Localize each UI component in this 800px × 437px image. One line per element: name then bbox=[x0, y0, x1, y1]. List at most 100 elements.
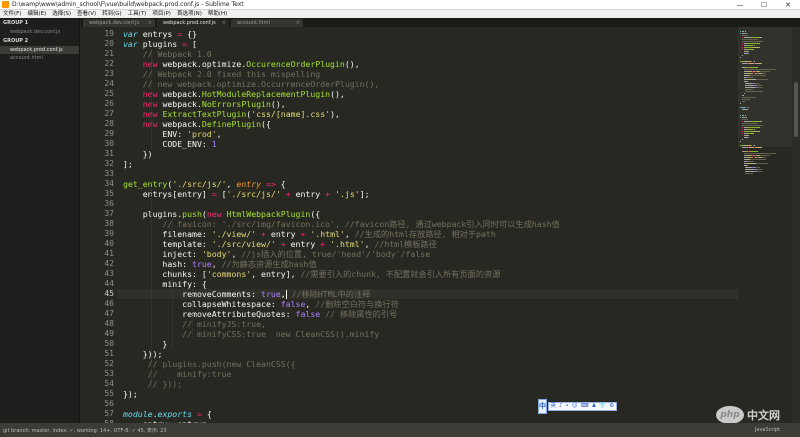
code-line[interactable]: chunks: ['commons', entry], //需要引入的chunk… bbox=[123, 269, 500, 279]
minimap-mark bbox=[743, 153, 776, 154]
code-line[interactable]: new webpack.optimize.OccurenceOrderPlugi… bbox=[123, 59, 360, 69]
minimize-button[interactable]: — bbox=[728, 0, 752, 10]
code-token: webpack. bbox=[157, 99, 202, 109]
minimap-mark bbox=[741, 123, 758, 124]
menu-help[interactable]: 帮助(H) bbox=[205, 10, 230, 18]
code-line[interactable]: new webpack.NoErrorsPlugin(), bbox=[123, 99, 286, 109]
code-line[interactable]: new webpack.DefinePlugin({ bbox=[123, 119, 271, 129]
ime-user-icon[interactable]: ♟ bbox=[590, 403, 598, 410]
minimap-mark bbox=[751, 131, 759, 132]
close-tab-icon[interactable]: × bbox=[296, 19, 300, 27]
minimap-mark bbox=[747, 73, 754, 74]
ime-settings-icon[interactable]: ⚙ bbox=[608, 403, 616, 410]
code-token: ({ bbox=[261, 119, 271, 129]
ime-logo-icon[interactable]: 中 bbox=[538, 398, 547, 414]
minimap-mark bbox=[760, 37, 762, 38]
code-line[interactable]: ]; bbox=[123, 159, 133, 169]
code-line[interactable]: inject: 'body', //js插入的位置, true/'head'/'… bbox=[123, 249, 430, 259]
menu-goto[interactable]: 转到(G) bbox=[99, 10, 125, 18]
code-line[interactable]: removeAttributeQuotes: false // 移除属性的引号 bbox=[123, 309, 397, 319]
code-token: } bbox=[123, 339, 168, 349]
code-token: ), bbox=[330, 109, 340, 119]
code-token: './src/js/' bbox=[172, 179, 227, 189]
vertical-scrollbar[interactable] bbox=[792, 27, 800, 423]
code-token: //需要引入的chunk, 不配置就会引入所有页面的资源 bbox=[300, 269, 501, 279]
code-line[interactable]: get_entry('./src/js/', entry => { bbox=[123, 179, 286, 189]
minimap-mark bbox=[749, 67, 758, 68]
code-line[interactable]: // favicon: './src/img/favicon.ico', //f… bbox=[123, 219, 559, 229]
code-line[interactable]: } bbox=[123, 339, 167, 349]
minimap[interactable] bbox=[738, 27, 792, 423]
menu-selection[interactable]: 选择(S) bbox=[49, 10, 74, 18]
code-line[interactable]: hash: true, //为静态资源生成hash值 bbox=[123, 259, 316, 269]
minimap-mark bbox=[741, 95, 744, 96]
code-line[interactable]: // minifyCSS:true new CleanCSS().minify bbox=[123, 329, 379, 339]
sidebar-file[interactable]: account.html bbox=[0, 54, 79, 62]
title-bar: D:\wamp\www\admin_school\F\vue\build\web… bbox=[0, 0, 800, 10]
code-line[interactable]: entrys[entry] = ['./src/js/' + entry + '… bbox=[123, 189, 370, 199]
code-line[interactable]: module.exports = { bbox=[123, 409, 212, 419]
code-editor[interactable]: 19 20 21 22 23 24 25 26 27 28 29 30 31 32 33 34 35 36 37 38… bbox=[81, 27, 738, 423]
sidebar-group-1[interactable]: GROUP 1 bbox=[0, 18, 79, 28]
code-line[interactable]: ENV: 'prod', bbox=[123, 129, 221, 139]
code-line[interactable]: // Webpack 2.0 fixed this mispelling bbox=[123, 69, 320, 79]
sidebar-file-active[interactable]: webpack.prod.conf.js bbox=[0, 46, 79, 54]
code-token: }) bbox=[123, 149, 153, 159]
code-line[interactable]: // minifyJS:true, bbox=[123, 319, 266, 329]
code-line[interactable]: new webpack.HotModuleReplacementPlugin()… bbox=[123, 89, 345, 99]
scroll-thumb[interactable] bbox=[794, 82, 798, 137]
close-button[interactable]: ✕ bbox=[776, 0, 800, 10]
line-number: 50 bbox=[104, 339, 114, 348]
code-line[interactable]: // Webpack 1.0 bbox=[123, 49, 212, 59]
maximize-button[interactable]: ☐ bbox=[752, 0, 776, 10]
code-line[interactable]: CODE_ENV: 1 bbox=[123, 139, 216, 149]
menu-edit[interactable]: 编辑(E) bbox=[24, 10, 49, 18]
close-tab-icon[interactable]: × bbox=[222, 19, 226, 27]
syntax-selector[interactable]: JavaScript bbox=[755, 427, 800, 433]
code-line[interactable]: // new webpack.optimize.OccurrenceOrderP… bbox=[123, 79, 380, 89]
code-line[interactable]: removeComments: true, //移除HTML中的注释 bbox=[117, 289, 738, 299]
menu-tools[interactable]: 工具(T) bbox=[125, 10, 150, 18]
ime-toolbar[interactable]: 中 英 ♪ • ☺ ⌨ ♟ 👕 ⚙ bbox=[538, 398, 617, 414]
code-line[interactable]: template: './src/view/' + entry + '.html… bbox=[123, 239, 436, 249]
line-number: 32 bbox=[104, 159, 114, 168]
code-line[interactable]: plugins.push(new HtmlWebpackPlugin({ bbox=[123, 209, 321, 219]
code-line[interactable]: new ExtractTextPlugin('css/[name].css'), bbox=[123, 109, 340, 119]
line-number: 31 bbox=[104, 149, 114, 158]
code-token: entry bbox=[290, 189, 326, 199]
code-line[interactable]: // plugins.push(new CleanCSS({ bbox=[123, 359, 296, 369]
close-tab-icon[interactable]: × bbox=[148, 19, 152, 27]
code-line[interactable]: }) bbox=[123, 149, 153, 159]
code-line[interactable]: // minify:true bbox=[123, 369, 232, 379]
menu-preferences[interactable]: 首选项(N) bbox=[174, 10, 205, 18]
menu-view[interactable]: 查看(V) bbox=[74, 10, 99, 18]
code-line[interactable]: var entrys = {} bbox=[123, 29, 197, 39]
code-line[interactable]: filename: './view/' + entry + '.html', /… bbox=[123, 229, 495, 239]
code-line[interactable]: }); bbox=[123, 389, 138, 399]
minimap-mark bbox=[745, 171, 756, 172]
tab-bar: webpack.dev.conf.js × webpack.prod.conf.… bbox=[81, 18, 800, 27]
ime-language-toggle[interactable]: 英 bbox=[549, 403, 558, 410]
code-token: ExtractTextPlugin bbox=[162, 109, 247, 119]
minimap-mark bbox=[759, 71, 770, 72]
code-line[interactable]: minify: { bbox=[123, 279, 206, 289]
ime-keyboard-icon[interactable]: ⌨ bbox=[579, 403, 590, 410]
tab-account-html[interactable]: account.html × bbox=[231, 19, 303, 27]
ime-skin-icon[interactable]: 👕 bbox=[598, 403, 608, 410]
line-number: 51 bbox=[104, 349, 114, 358]
code-line[interactable]: collapseWhitespace: false, //删除空白符与换行符 bbox=[123, 299, 399, 309]
sidebar-file[interactable]: webpack.dev.conf.js bbox=[0, 28, 79, 36]
code-token: => bbox=[266, 179, 276, 189]
ime-emoji-icon[interactable]: ☺ bbox=[570, 403, 579, 410]
tab-webpack-prod[interactable]: webpack.prod.conf.js × bbox=[157, 19, 229, 27]
menu-file[interactable]: 文件(F) bbox=[0, 10, 24, 18]
minimap-mark bbox=[760, 63, 762, 64]
code-line[interactable]: })); bbox=[123, 349, 163, 359]
code-line[interactable]: var plugins = [ bbox=[123, 39, 197, 49]
sidebar-group-2[interactable]: GROUP 2 bbox=[0, 36, 79, 46]
tab-webpack-dev[interactable]: webpack.dev.conf.js × bbox=[83, 19, 155, 27]
menu-project[interactable]: 项目(P) bbox=[149, 10, 174, 18]
code-line[interactable]: // })); bbox=[123, 379, 183, 389]
